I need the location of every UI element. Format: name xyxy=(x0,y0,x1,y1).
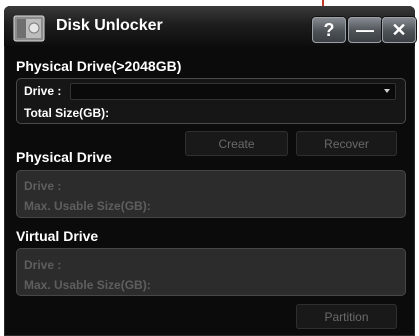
chevron-down-icon xyxy=(384,89,390,93)
physical-drive-section-title: Physical Drive xyxy=(16,149,112,165)
hard-disk-icon xyxy=(13,15,45,42)
partition-button[interactable]: Partition xyxy=(296,304,397,329)
drive-label: Drive : xyxy=(24,84,62,98)
recover-button[interactable]: Recover xyxy=(296,131,397,156)
virtual-drive-panel: Drive : Max. Usable Size(GB): xyxy=(16,248,406,296)
close-button[interactable]: ✕ xyxy=(382,17,416,43)
total-size-label: Total Size(GB): xyxy=(24,106,110,120)
virtual-max-size-label: Max. Usable Size(GB): xyxy=(24,278,151,292)
window-title: Disk Unlocker xyxy=(56,17,163,34)
physical-max-size-label: Max. Usable Size(GB): xyxy=(24,199,151,213)
large-drive-panel: Drive : Total Size(GB): xyxy=(16,78,406,124)
large-drive-section-title: Physical Drive(>2048GB) xyxy=(16,58,182,74)
drive-select[interactable] xyxy=(70,83,396,100)
physical-drive-label: Drive : xyxy=(24,179,62,193)
create-button[interactable]: Create xyxy=(185,131,288,156)
physical-drive-panel: Drive : Max. Usable Size(GB): xyxy=(16,170,406,218)
virtual-drive-section-title: Virtual Drive xyxy=(16,228,99,244)
minimize-button[interactable]: — xyxy=(348,17,382,43)
app-window: Disk Unlocker ? — ✕ Physical Drive(>2048… xyxy=(4,6,416,336)
virtual-drive-label: Drive : xyxy=(24,258,62,272)
title-bar[interactable]: Disk Unlocker ? — ✕ xyxy=(4,6,416,46)
help-button[interactable]: ? xyxy=(312,17,346,43)
